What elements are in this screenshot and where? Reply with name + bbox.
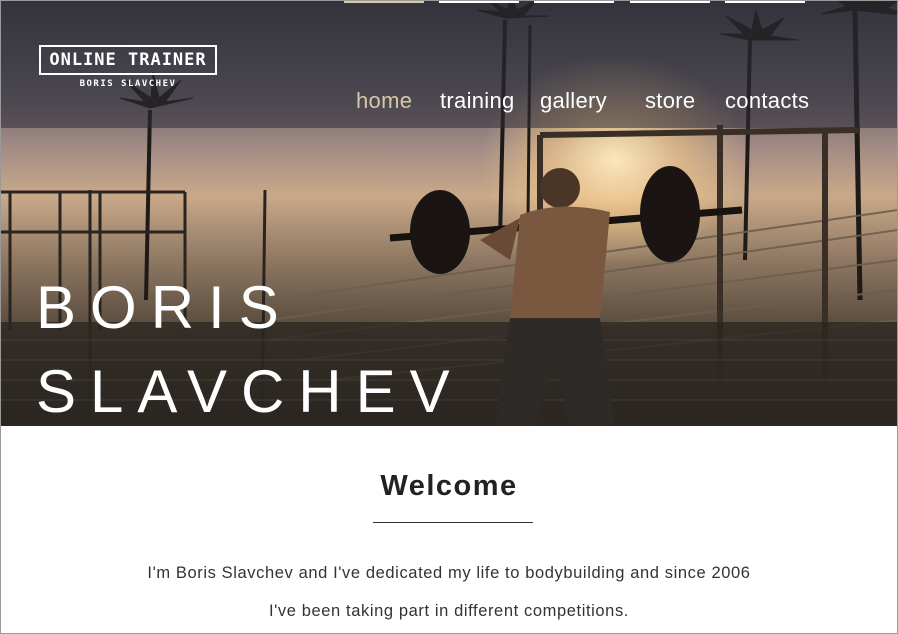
nav-contacts[interactable]: contacts (725, 88, 809, 114)
nav-home[interactable]: home (356, 88, 412, 114)
nav-training[interactable]: training (440, 88, 515, 114)
hero-title-line2: SLAVCHEV (36, 358, 464, 425)
intro-line-2: I've been taking part in different compe… (268, 602, 629, 620)
nav-store[interactable]: store (645, 88, 695, 114)
nav-gallery[interactable]: gallery (540, 88, 607, 114)
hero-title-line1: BORIS (36, 274, 293, 341)
nav-indicators (0, 0, 898, 6)
nav-indicator-gallery (534, 0, 614, 3)
intro-line-1: I'm Boris Slavchev and I've dedicated my… (147, 564, 751, 582)
nav-indicator-training (439, 0, 519, 3)
nav-indicator-store (630, 0, 710, 3)
hero-banner: ONLINE TRAINER BORIS SLAVCHEV home train… (0, 0, 898, 426)
logo[interactable]: ONLINE TRAINER (39, 45, 217, 75)
logo-title: ONLINE TRAINER (49, 50, 207, 70)
welcome-heading: Welcome (380, 470, 518, 502)
main-nav: home training gallery store contacts (0, 88, 898, 122)
nav-indicator-contacts (725, 0, 805, 3)
nav-indicator-home (344, 0, 424, 3)
welcome-divider (373, 522, 533, 523)
